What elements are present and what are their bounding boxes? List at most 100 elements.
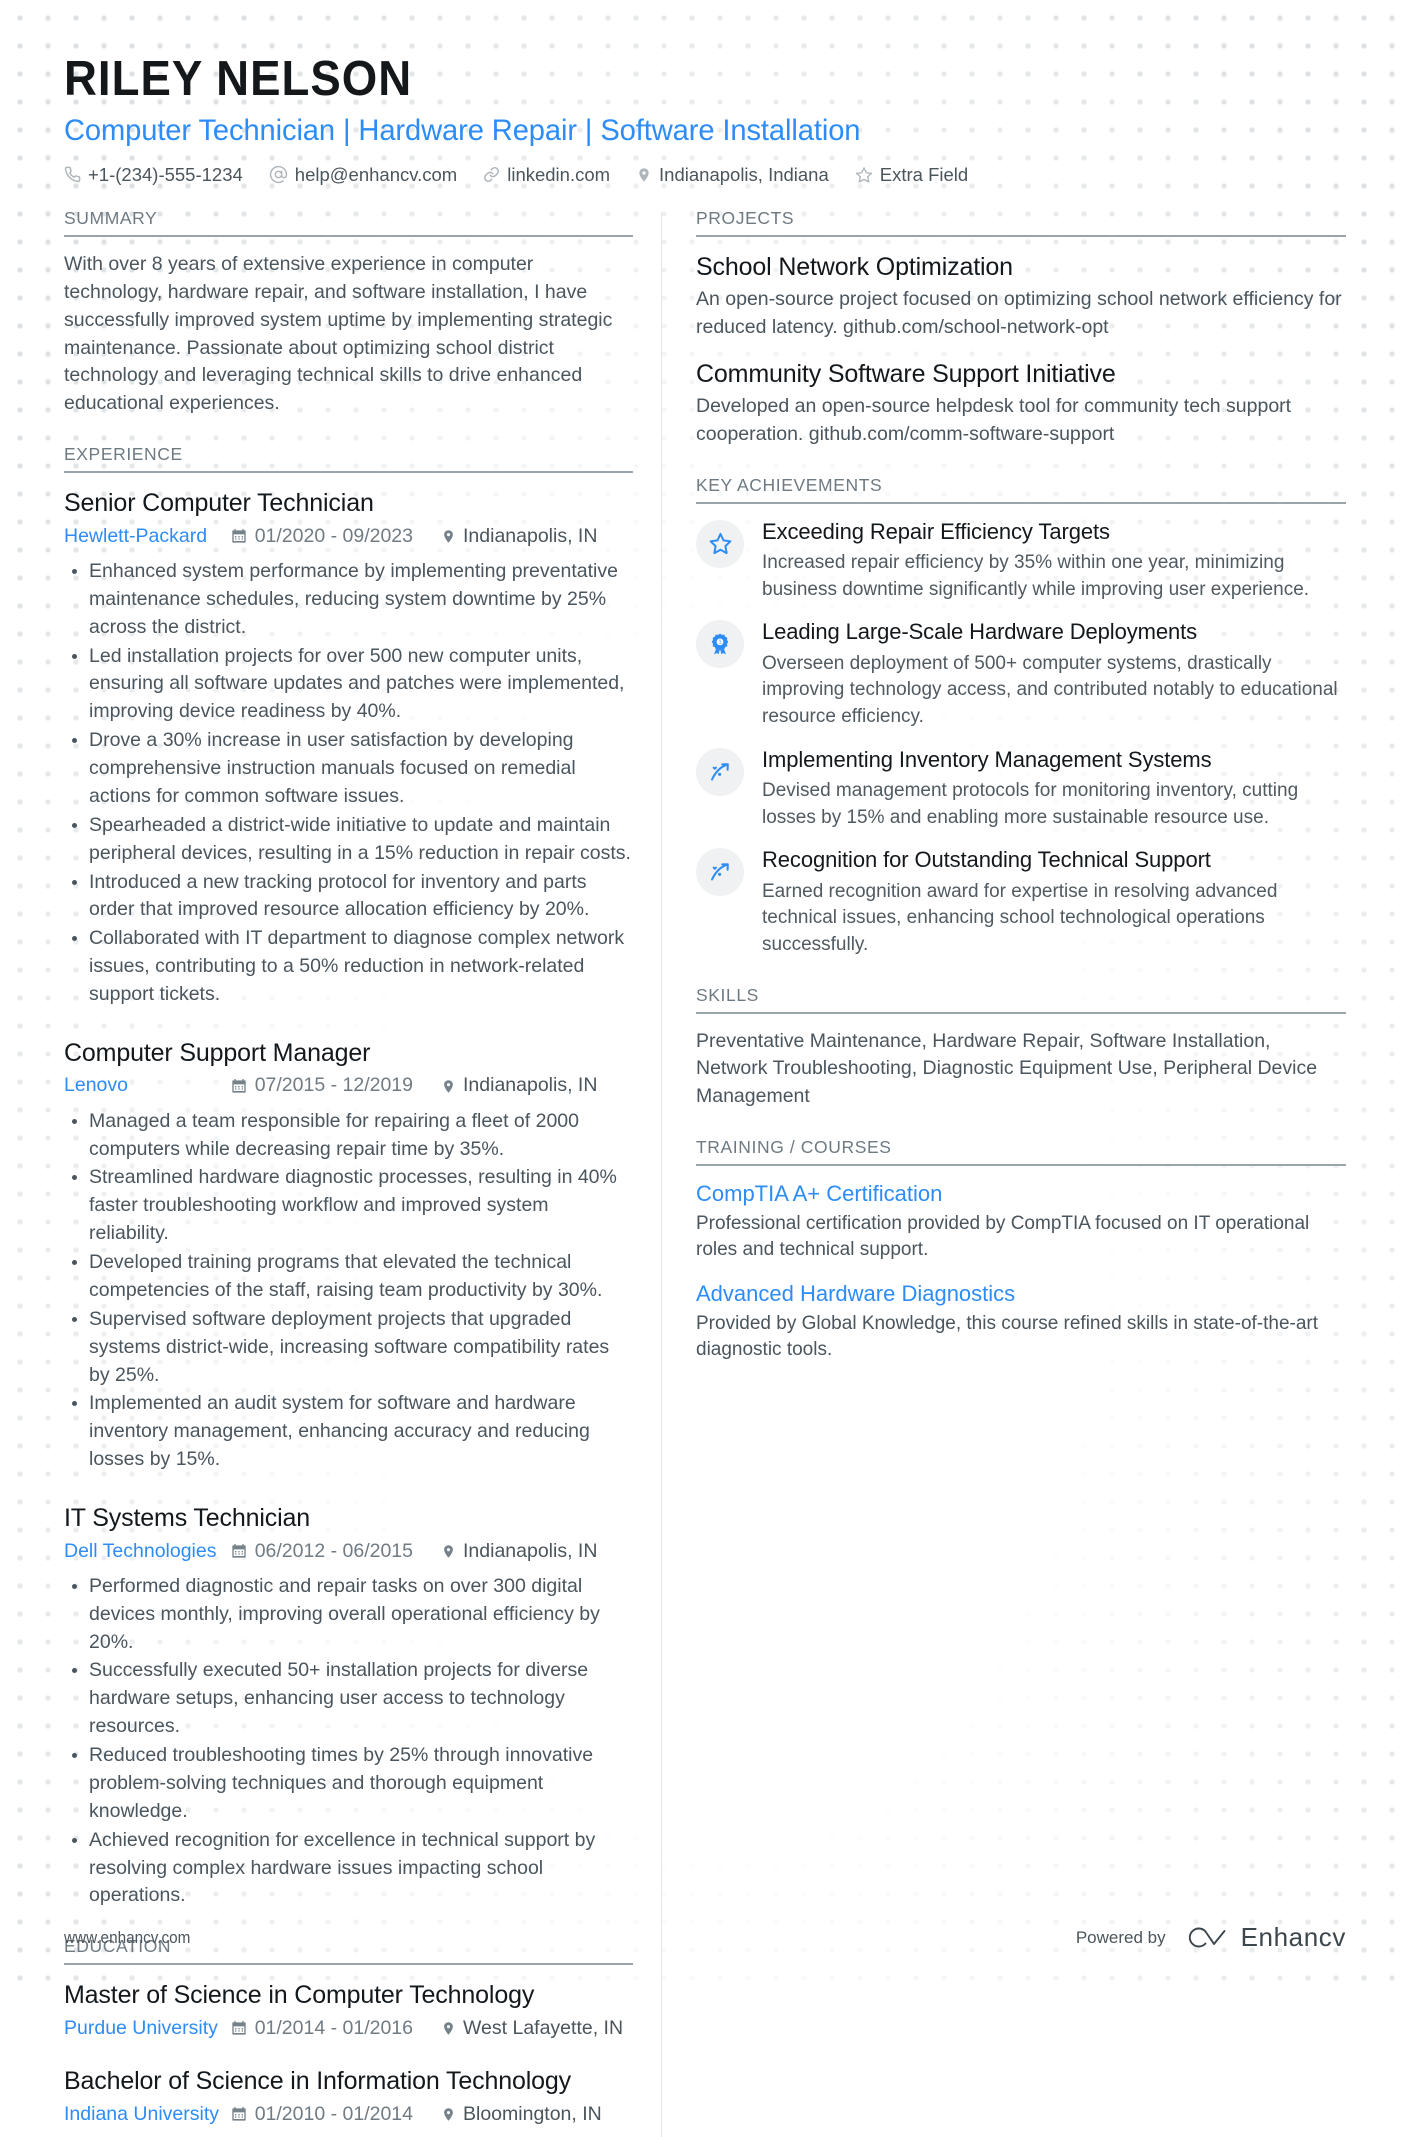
experience-dates: 07/2015 - 12/2019 xyxy=(231,1071,413,1100)
bullet-item: Supervised software deployment projects … xyxy=(64,1306,633,1390)
experience-entry: Computer Support Manager Lenovo 07/2015 … xyxy=(64,1037,633,1474)
achievement-badge xyxy=(696,747,744,796)
contact-phone[interactable]: +1-(234)-555-1234 xyxy=(64,164,243,186)
candidate-name: RILEY NELSON xyxy=(64,52,413,106)
experience-company[interactable]: Lenovo xyxy=(64,1071,128,1100)
achievement-description: Earned recognition award for expertise i… xyxy=(762,880,1278,955)
calendar-icon xyxy=(231,1078,247,1094)
contact-linkedin-text: linkedin.com xyxy=(507,163,611,185)
course-description: Provided by Global Knowledge, this cours… xyxy=(696,1312,1319,1361)
bullet-item: Developed training programs that elevate… xyxy=(64,1249,633,1305)
bullet-item: Led installation projects for over 500 n… xyxy=(64,643,633,727)
bullet-item: Achieved recognition for excellence in t… xyxy=(64,1827,633,1911)
contact-location: Indianapolis, Indiana xyxy=(636,164,829,186)
education-dates-text: 01/2010 - 01/2014 xyxy=(254,2102,413,2125)
svg-text:1: 1 xyxy=(719,640,722,646)
calendar-icon xyxy=(231,2020,247,2036)
experience-company[interactable]: Hewlett-Packard xyxy=(64,522,207,551)
achievement-body: Leading Large-Scale Hardware Deployments… xyxy=(762,618,1346,730)
bullet-item: Collaborated with IT department to diagn… xyxy=(64,925,633,1009)
enhancv-brand-name: Enhancv xyxy=(1240,1922,1346,1952)
location-icon xyxy=(441,1078,456,1095)
footer-branding: Powered by Enhancv xyxy=(1076,1922,1346,1953)
experience-entry: IT Systems Technician Dell Technologies … xyxy=(64,1502,633,1910)
experience-location-text: Indianapolis, IN xyxy=(463,524,598,547)
experience-role: IT Systems Technician xyxy=(64,1504,311,1532)
resume-columns: SUMMARY With over 8 years of extensive e… xyxy=(64,208,1346,2137)
education-degree: Bachelor of Science in Information Techn… xyxy=(64,2067,571,2095)
course-description: Professional certification provided by C… xyxy=(696,1212,1310,1261)
bullet-item: Drove a 30% increase in user satisfactio… xyxy=(64,727,633,811)
location-icon xyxy=(441,1543,456,1560)
education-location-text: West Lafayette, IN xyxy=(463,2016,624,2039)
bullet-item: Enhanced system performance by implement… xyxy=(64,558,633,642)
contact-row: +1-(234)-555-1234 help@enhancv.com linke… xyxy=(64,164,1346,186)
experience-dates-text: 01/2020 - 09/2023 xyxy=(254,524,413,547)
training-section-title: TRAINING / COURSES xyxy=(696,1137,1346,1167)
course-item: Advanced Hardware Diagnostics Provided b… xyxy=(696,1280,1346,1364)
course-name[interactable]: Advanced Hardware Diagnostics xyxy=(696,1280,1346,1309)
achievement-description: Overseen deployment of 500+ computer sys… xyxy=(762,652,1338,727)
contact-email-text: help@enhancv.com xyxy=(294,163,458,185)
location-icon xyxy=(441,2106,456,2123)
experience-meta: Lenovo 07/2015 - 12/2019 Indianapolis, I… xyxy=(64,1071,633,1100)
contact-linkedin[interactable]: linkedin.com xyxy=(483,164,610,186)
experience-section-title: EXPERIENCE xyxy=(64,444,633,474)
bullet-item: Managed a team responsible for repairing… xyxy=(64,1108,633,1164)
award-ribbon-icon: 1 xyxy=(708,632,732,656)
section-training: TRAINING / COURSES CompTIA A+ Certificat… xyxy=(696,1137,1346,1364)
course-item: CompTIA A+ Certification Professional ce… xyxy=(696,1180,1346,1264)
achievement-title: Leading Large-Scale Hardware Deployments xyxy=(762,619,1198,645)
contact-extra-field: Extra Field xyxy=(855,164,968,186)
calendar-icon xyxy=(231,528,247,544)
experience-bullets: Enhanced system performance by implement… xyxy=(64,558,633,1009)
footer-url[interactable]: www.enhancv.com xyxy=(64,1928,190,1948)
enhancv-logo-icon xyxy=(1184,1924,1230,1951)
experience-bullets: Performed diagnostic and repair tasks on… xyxy=(64,1573,633,1911)
contact-phone-text: +1-(234)-555-1234 xyxy=(88,163,243,185)
education-entry: Bachelor of Science in Information Techn… xyxy=(64,2065,633,2129)
summary-text: With over 8 years of extensive experienc… xyxy=(64,252,613,415)
project-description: An open-source project focused on optimi… xyxy=(696,288,1342,339)
achievement-description: Devised management protocols for monitor… xyxy=(762,780,1299,828)
calendar-icon xyxy=(231,1543,247,1559)
experience-location: Indianapolis, IN xyxy=(441,522,633,551)
achievement-description: Increased repair efficiency by 35% withi… xyxy=(762,552,1310,600)
experience-location-text: Indianapolis, IN xyxy=(463,1539,598,1562)
achievement-badge xyxy=(696,519,744,568)
experience-meta: Hewlett-Packard 01/2020 - 09/2023 Indian… xyxy=(64,522,633,551)
bullet-item: Implemented an audit system for software… xyxy=(64,1390,633,1474)
education-degree: Master of Science in Computer Technology xyxy=(64,1981,535,2010)
phone-icon xyxy=(64,166,81,183)
contact-extra-field-text: Extra Field xyxy=(879,163,969,185)
course-name[interactable]: CompTIA A+ Certification xyxy=(696,1180,1346,1209)
contact-email[interactable]: help@enhancv.com xyxy=(269,164,457,186)
education-meta: Indiana University 01/2010 - 01/2014 Blo… xyxy=(64,2100,633,2129)
achievement-body: Recognition for Outstanding Technical Su… xyxy=(762,846,1346,958)
education-location: West Lafayette, IN xyxy=(441,2014,633,2043)
education-school[interactable]: Purdue University xyxy=(64,2014,218,2043)
location-icon xyxy=(636,166,652,184)
calendar-icon xyxy=(231,2106,247,2122)
powered-by-label: Powered by xyxy=(1075,1927,1166,1947)
resume-header: RILEY NELSON Computer Technician | Hardw… xyxy=(64,52,1346,186)
education-location-text: Bloomington, IN xyxy=(463,2102,602,2125)
resume-page: RILEY NELSON Computer Technician | Hardw… xyxy=(0,0,1410,2137)
experience-dates: 06/2012 - 06/2015 xyxy=(231,1537,413,1566)
enhancv-brand[interactable]: Enhancv xyxy=(1184,1922,1346,1953)
experience-bullets: Managed a team responsible for repairing… xyxy=(64,1108,633,1474)
right-column: PROJECTS School Network Optimization An … xyxy=(662,208,1346,1380)
education-school[interactable]: Indiana University xyxy=(64,2100,219,2129)
experience-role: Computer Support Manager xyxy=(64,1038,371,1067)
projects-section-title: PROJECTS xyxy=(696,208,1346,237)
section-experience: EXPERIENCE Senior Computer Technician He… xyxy=(64,444,633,1910)
experience-dates-text: 06/2012 - 06/2015 xyxy=(254,1539,413,1562)
project-description: Developed an open-source helpdesk tool f… xyxy=(696,395,1292,445)
bullet-item: Successfully executed 50+ installation p… xyxy=(64,1657,633,1741)
trending-arrow-icon xyxy=(708,860,732,884)
star-icon xyxy=(855,166,873,184)
trending-arrow-icon xyxy=(708,760,732,784)
experience-company[interactable]: Dell Technologies xyxy=(64,1537,217,1566)
